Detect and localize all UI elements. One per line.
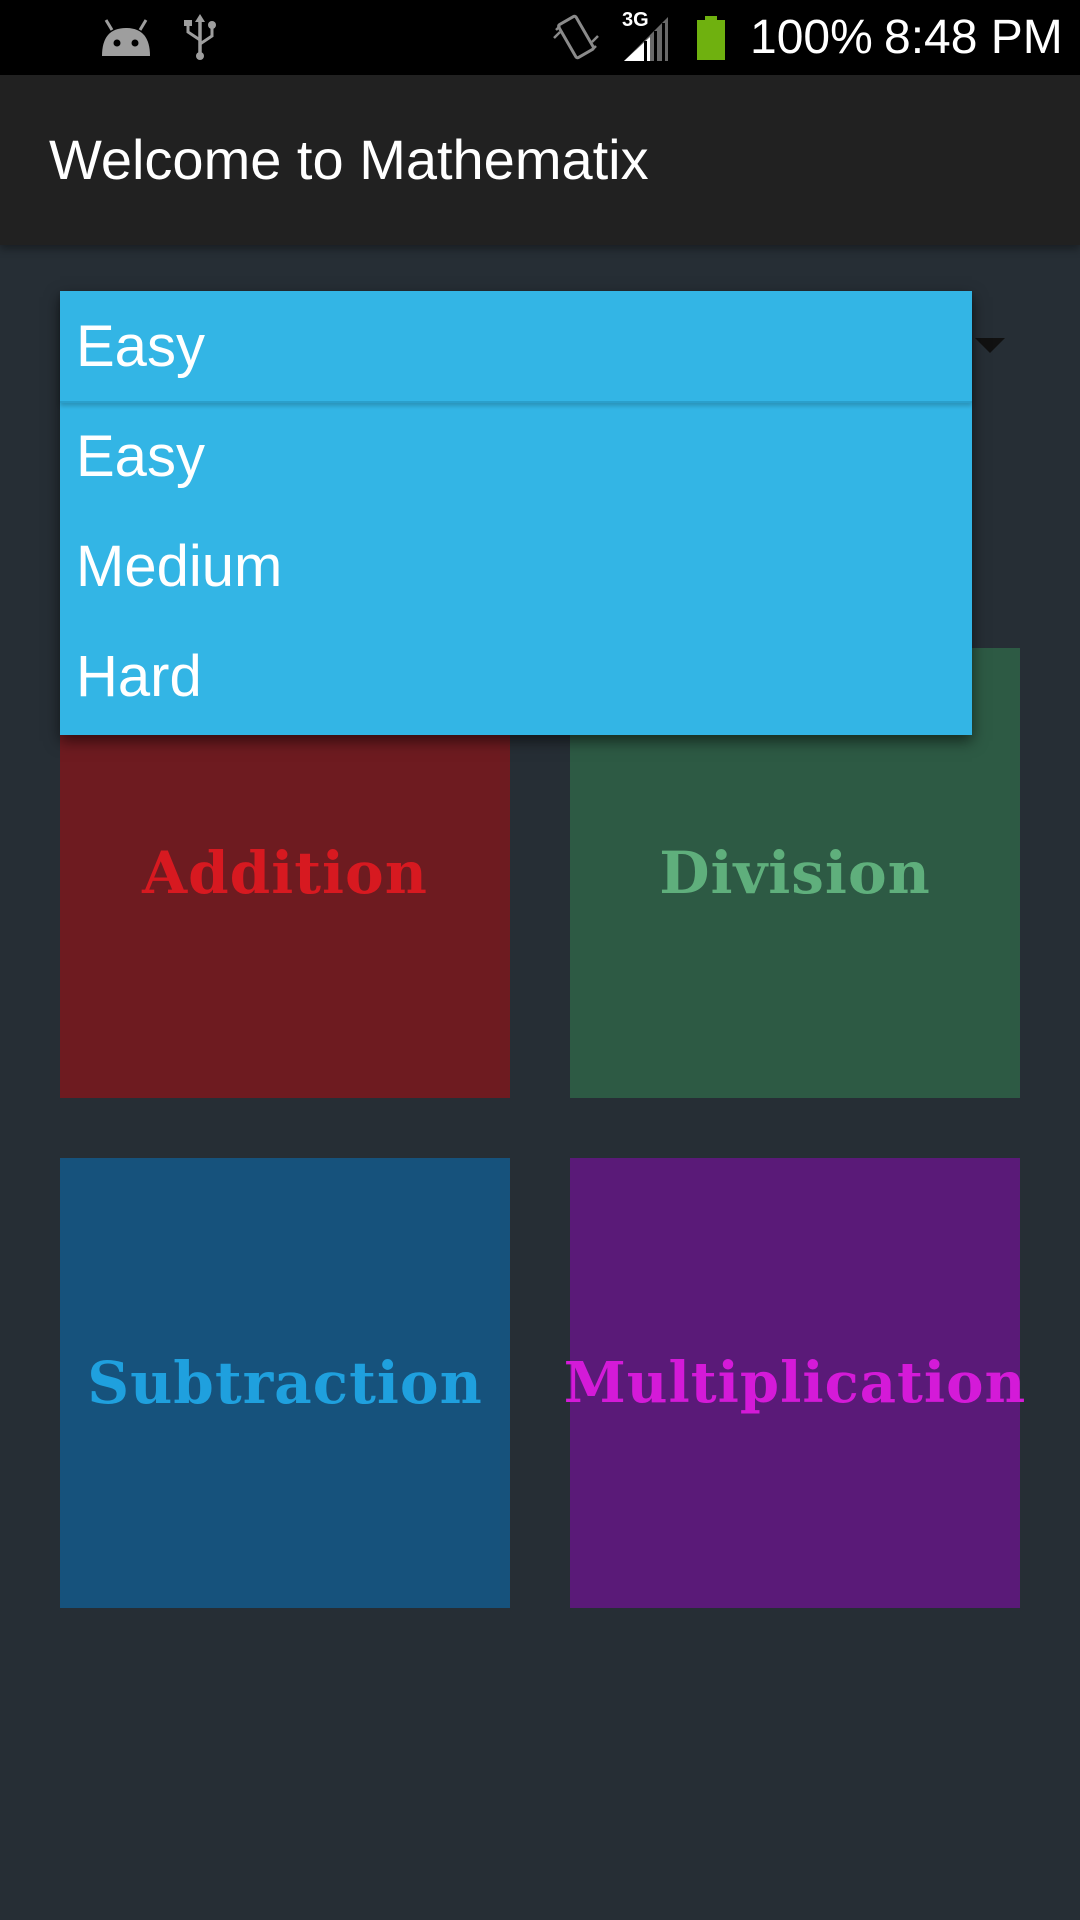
signal-3g-icon: 3G (620, 0, 672, 75)
addition-label: Addition (142, 839, 428, 907)
dropdown-option-easy[interactable]: Easy (60, 403, 972, 513)
multiplication-tile[interactable]: Multiplication (564, 1158, 1025, 1608)
multiplication-label: Multiplication (563, 1350, 1027, 1416)
selected-difficulty: Easy (76, 314, 205, 379)
subtraction-tile[interactable]: Subtraction (60, 1158, 510, 1608)
subtraction-label: Subtraction (87, 1349, 483, 1417)
app-bar: Welcome to Mathematix (0, 75, 1080, 245)
app-title: Welcome to Mathematix (49, 128, 649, 191)
division-label: Division (659, 839, 931, 907)
android-debug-icon (98, 0, 154, 75)
clock-time: 8:48 PM (884, 11, 1063, 64)
usb-icon (182, 0, 218, 75)
dropdown-option-medium[interactable]: Medium (60, 513, 972, 623)
battery-percentage: 100% (750, 11, 873, 64)
option-label: Easy (76, 424, 205, 489)
dropdown-option-hard[interactable]: Hard (60, 623, 972, 733)
vibrate-icon (552, 0, 600, 75)
spinner-arrow-icon[interactable] (975, 338, 1005, 353)
difficulty-spinner-selected[interactable]: Easy (60, 291, 972, 403)
option-label: Hard (76, 644, 202, 709)
option-label: Medium (76, 534, 283, 599)
battery-icon (695, 0, 727, 75)
difficulty-dropdown[interactable]: Easy Easy Medium Hard (60, 291, 972, 735)
status-bar: 3G 100% 8:48 PM (0, 0, 1080, 75)
